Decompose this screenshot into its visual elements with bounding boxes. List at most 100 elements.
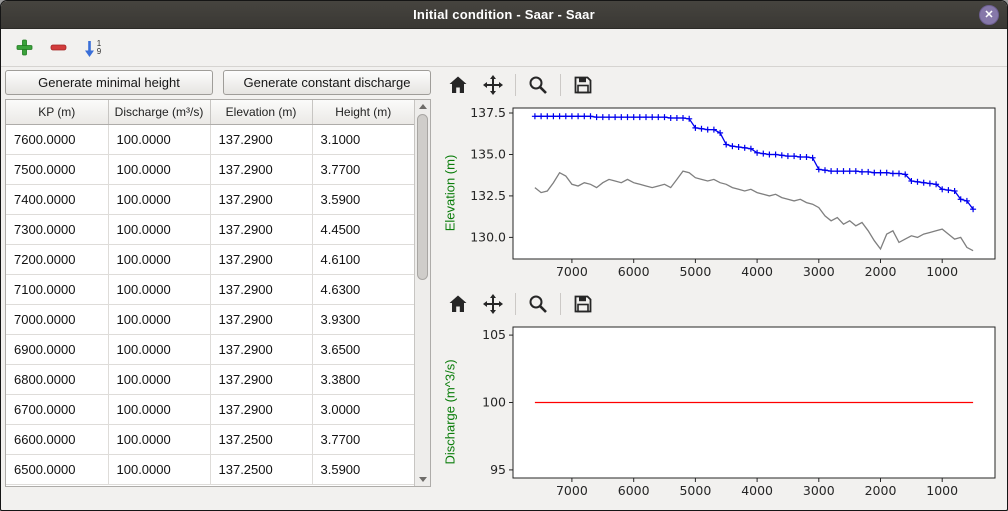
table-cell[interactable]: 6800.0000 (6, 364, 108, 394)
remove-row-button[interactable] (43, 33, 73, 63)
table-cell[interactable]: 137.2900 (210, 334, 312, 364)
elevation-plot-toolbar (439, 68, 1005, 101)
table-cell[interactable]: 4.6300 (312, 274, 414, 304)
table-cell[interactable]: 100.0000 (108, 424, 210, 454)
table-cell[interactable]: 137.2900 (210, 154, 312, 184)
generate-buttons-row: Generate minimal height Generate constan… (5, 70, 431, 95)
home-icon (447, 293, 469, 315)
table-cell[interactable]: 4.6100 (312, 244, 414, 274)
scroll-down-button[interactable] (415, 473, 430, 486)
table-row: 6500.0000100.0000137.25003.5900 (6, 454, 414, 484)
column-header-kp[interactable]: KP (m) (6, 100, 108, 124)
table-cell[interactable]: 3.5900 (312, 454, 414, 484)
table-body: 7600.0000100.0000137.29003.10007500.0000… (6, 124, 414, 484)
table-cell[interactable]: 6500.0000 (6, 454, 108, 484)
table-cell[interactable]: 7500.0000 (6, 154, 108, 184)
table-cell[interactable]: 137.2900 (210, 214, 312, 244)
table-cell[interactable]: 3.5900 (312, 184, 414, 214)
generate-minimal-height-button[interactable]: Generate minimal height (5, 70, 213, 95)
zoom-button[interactable] (525, 291, 551, 317)
elevation-chart-area: Elevation (m) 70006000500040003000200010… (439, 101, 1005, 285)
toolbar-separator (560, 293, 561, 315)
table-cell[interactable]: 3.1000 (312, 124, 414, 154)
table-cell[interactable]: 137.2900 (210, 184, 312, 214)
table-cell[interactable]: 137.2900 (210, 364, 312, 394)
toolbar-separator (560, 74, 561, 96)
x-tick-label: 2000 (865, 264, 897, 279)
plus-icon (15, 38, 34, 57)
right-panel: Elevation (m) 70006000500040003000200010… (433, 67, 1007, 510)
table-cell[interactable]: 7200.0000 (6, 244, 108, 274)
table-cell[interactable]: 7300.0000 (6, 214, 108, 244)
table-cell[interactable]: 137.2900 (210, 394, 312, 424)
table-cell[interactable]: 6600.0000 (6, 424, 108, 454)
table-cell[interactable]: 7000.0000 (6, 304, 108, 334)
generate-constant-discharge-button[interactable]: Generate constant discharge (223, 70, 431, 95)
column-header-height[interactable]: Height (m) (312, 100, 414, 124)
save-button[interactable] (570, 291, 596, 317)
close-button[interactable]: ✕ (979, 5, 999, 25)
table-cell[interactable]: 137.2900 (210, 244, 312, 274)
table-cell[interactable]: 100.0000 (108, 214, 210, 244)
table-cell[interactable]: 100.0000 (108, 454, 210, 484)
y-tick-label: 100 (482, 395, 506, 410)
data-table: KP (m) Discharge (m³/s) Elevation (m) He… (5, 99, 431, 487)
table-cell[interactable]: 100.0000 (108, 334, 210, 364)
table-cell[interactable]: 7400.0000 (6, 184, 108, 214)
table-cell[interactable]: 100.0000 (108, 244, 210, 274)
table-cell[interactable]: 100.0000 (108, 394, 210, 424)
table-cell[interactable]: 4.4500 (312, 214, 414, 244)
scroll-up-button[interactable] (415, 100, 430, 113)
y-tick-label: 95 (490, 462, 506, 477)
table-cell[interactable]: 137.2900 (210, 124, 312, 154)
main-content: Generate minimal height Generate constan… (1, 67, 1007, 510)
table-row: 6600.0000100.0000137.25003.7700 (6, 424, 414, 454)
column-header-elevation[interactable]: Elevation (m) (210, 100, 312, 124)
table-cell[interactable]: 137.2500 (210, 424, 312, 454)
zoom-button[interactable] (525, 72, 551, 98)
table-cell[interactable]: 3.7700 (312, 154, 414, 184)
table-cell[interactable]: 100.0000 (108, 364, 210, 394)
table-cell[interactable]: 137.2900 (210, 274, 312, 304)
table-cell[interactable]: 3.6500 (312, 334, 414, 364)
table-cell[interactable]: 6900.0000 (6, 334, 108, 364)
scrollbar-track[interactable] (415, 113, 430, 473)
add-row-button[interactable] (9, 33, 39, 63)
x-tick-label: 5000 (679, 264, 711, 279)
x-tick-label: 7000 (556, 264, 588, 279)
x-tick-label: 3000 (803, 483, 835, 498)
table-cell[interactable]: 100.0000 (108, 124, 210, 154)
home-button[interactable] (445, 291, 471, 317)
table-row: 7500.0000100.0000137.29003.7700 (6, 154, 414, 184)
x-tick-label: 2000 (865, 483, 897, 498)
pan-button[interactable] (480, 72, 506, 98)
titlebar[interactable]: Initial condition - Saar - Saar ✕ (1, 1, 1007, 29)
table-cell[interactable]: 100.0000 (108, 184, 210, 214)
table-cell[interactable]: 7100.0000 (6, 274, 108, 304)
table-cell[interactable]: 100.0000 (108, 304, 210, 334)
table-cell[interactable]: 6700.0000 (6, 394, 108, 424)
home-button[interactable] (445, 72, 471, 98)
table-cell[interactable]: 3.3800 (312, 364, 414, 394)
elevation-plot[interactable]: 7000600050004000300020001000130.0132.513… (461, 101, 1003, 285)
discharge-plot[interactable]: 700060005000400030002000100095100105 (461, 320, 1003, 504)
table-cell[interactable]: 3.9300 (312, 304, 414, 334)
column-header-discharge[interactable]: Discharge (m³/s) (108, 100, 210, 124)
table-cell[interactable]: 137.2500 (210, 454, 312, 484)
x-tick-label: 1000 (926, 264, 958, 279)
save-button[interactable] (570, 72, 596, 98)
table-cell[interactable]: 137.2900 (210, 304, 312, 334)
table-cell[interactable]: 100.0000 (108, 274, 210, 304)
table-cell[interactable]: 7600.0000 (6, 124, 108, 154)
table-row: 6800.0000100.0000137.29003.3800 (6, 364, 414, 394)
table-cell[interactable]: 3.7700 (312, 424, 414, 454)
sort-button[interactable]: 1 9 (77, 33, 107, 63)
toolbar-separator (515, 74, 516, 96)
minus-icon (49, 38, 68, 57)
elevation-y-axis-label: Elevation (m) (439, 101, 461, 285)
vertical-scrollbar[interactable] (414, 100, 430, 486)
table-cell[interactable]: 100.0000 (108, 154, 210, 184)
scrollbar-thumb[interactable] (417, 114, 428, 280)
table-cell[interactable]: 3.0000 (312, 394, 414, 424)
pan-button[interactable] (480, 291, 506, 317)
